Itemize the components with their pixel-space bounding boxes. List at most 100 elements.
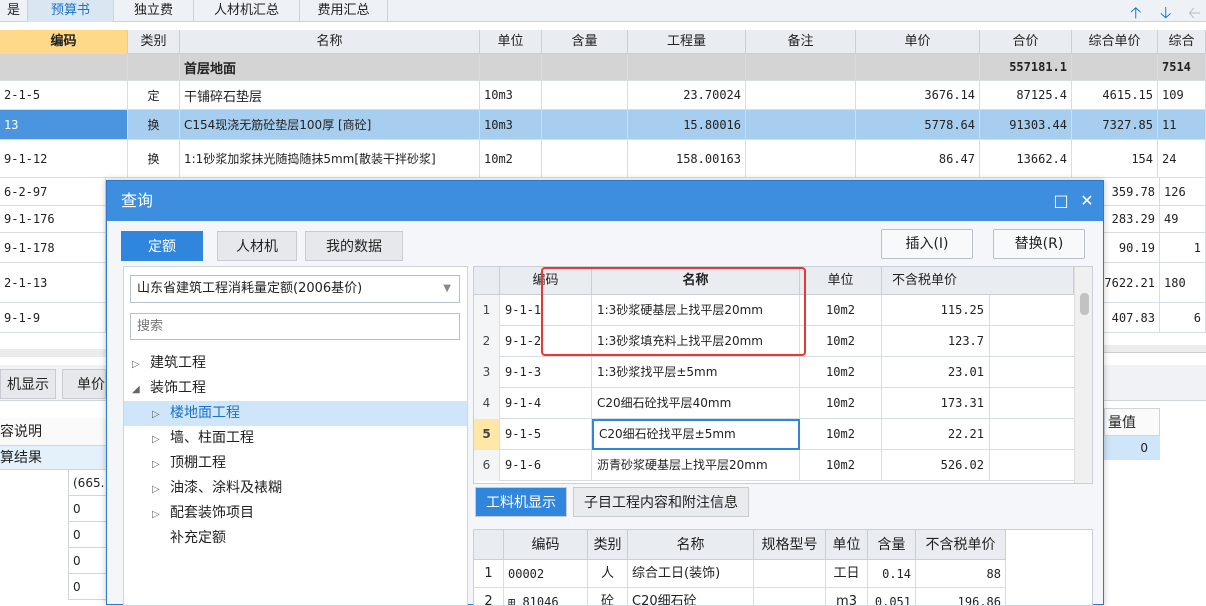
lower-panel-toolbar	[1104, 365, 1206, 401]
cell-qty: 158.00163	[628, 140, 746, 177]
col-unit[interactable]: 单位	[480, 30, 542, 54]
tab-budget[interactable]: 预算书	[28, 0, 114, 22]
col-price[interactable]: 不含税单价	[916, 530, 1006, 560]
tab-unit-price[interactable]: 单价	[62, 369, 106, 399]
down-arrow-icon[interactable]: 🡣	[1160, 2, 1172, 29]
insert-button[interactable]: 插入(I)	[881, 229, 973, 259]
expand-icon[interactable]: ▷	[152, 402, 170, 427]
horizontal-scrollbar[interactable]	[1104, 345, 1206, 353]
col-quantity[interactable]: 工程量	[628, 30, 746, 54]
tab-labor-material-summary[interactable]: 人材机汇总	[194, 0, 300, 22]
expand-plus-icon[interactable]: ⊞	[508, 595, 522, 605]
tab-material-display[interactable]: 工料机显示	[475, 487, 567, 517]
tree-item-accessory[interactable]: ▷ 配套装饰项目	[152, 501, 452, 526]
chevron-down-icon: ▼	[443, 283, 451, 294]
col-code[interactable]: 编码	[504, 530, 588, 560]
tab-sub-item-info[interactable]: 子目工程内容和附注信息	[573, 487, 749, 517]
expand-icon[interactable]: ▷	[152, 427, 170, 452]
expand-icon[interactable]: ▷	[132, 352, 150, 377]
tree-item-decoration[interactable]: ◢ 装饰工程	[132, 376, 452, 401]
table-row[interactable]: 6 9-1-6 沥青砂浆硬基层上找平层20mm 10m2 526.02	[474, 450, 1074, 481]
expand-icon[interactable]: ▷	[152, 502, 170, 527]
quota-library-select[interactable]: 山东省建筑工程消耗量定额(2006基价) ▼	[130, 275, 460, 303]
col-unit[interactable]: 单位	[826, 530, 868, 560]
search-input[interactable]: 搜索	[130, 313, 460, 340]
expand-icon[interactable]: ▷	[152, 477, 170, 502]
tree-item-building[interactable]: ▷ 建筑工程	[132, 351, 452, 376]
collapse-icon[interactable]: ◢	[132, 377, 150, 402]
left-arrow-icon[interactable]: 🡠	[1188, 2, 1201, 29]
cell-code[interactable]: 2-1-13	[0, 263, 106, 303]
col-unit-total[interactable]: 综合单价	[1072, 30, 1158, 54]
dialog-title-bar[interactable]: 查询	[107, 181, 1103, 221]
tree-item-label: 装饰工程	[150, 380, 206, 396]
tab-cost-summary[interactable]: 费用汇总	[300, 0, 388, 22]
col-price[interactable]: 不含税单价	[882, 267, 1074, 295]
maximize-icon[interactable]: □	[1049, 181, 1073, 221]
row-calc-result: 算结果	[0, 446, 106, 470]
vertical-scrollbar[interactable]	[1074, 267, 1092, 483]
table-row-selected[interactable]: 13 换 C154现浇无筋砼垫层100厚 [商砼] 10m3 15.80016 …	[0, 110, 1206, 140]
cell-code[interactable]: 13	[0, 110, 128, 139]
table-row[interactable]: 2-1-5 定 干铺碎石垫层 10m3 23.70024 3676.14 871…	[0, 81, 1206, 110]
cell-type: 定	[128, 81, 180, 109]
tab-machine-display[interactable]: 机显示	[0, 369, 56, 399]
col-content[interactable]: 含量	[868, 530, 916, 560]
cell-total: 557181.1	[980, 54, 1072, 80]
col-name[interactable]: 名称	[628, 530, 754, 560]
col-unit[interactable]: 单位	[800, 267, 882, 295]
tree-item-paint[interactable]: ▷ 油漆、涂料及裱糊	[152, 476, 452, 501]
col-row-number	[474, 530, 504, 560]
cell-extra: 49	[1160, 206, 1206, 233]
close-icon[interactable]: ✕	[1075, 181, 1099, 221]
cell-unit: 10m2	[800, 450, 882, 481]
table-row-group[interactable]: 首层地面 557181.1 7514	[0, 54, 1206, 81]
table-row-current[interactable]: 5 9-1-5 C20细石砼找平层±5mm 10m2 22.21	[474, 419, 1074, 450]
cell-name-focused[interactable]: C20细石砼找平层±5mm	[592, 419, 800, 450]
cell-extra: 1	[1160, 233, 1206, 263]
cell-name: 干铺碎石垫层	[180, 81, 480, 109]
col-price[interactable]: 单价	[856, 30, 980, 54]
tree-item-ceiling[interactable]: ▷ 顶棚工程	[152, 451, 452, 476]
tab-labor-material[interactable]: 人材机	[217, 231, 297, 261]
horizontal-scrollbar[interactable]	[0, 349, 106, 357]
cell-unit: 10m2	[800, 388, 882, 419]
col-extra[interactable]: 综合	[1158, 30, 1206, 54]
quantity-value-cell[interactable]: 0	[1104, 436, 1160, 460]
table-row[interactable]: 4 9-1-4 C20细石砼找平层40mm 10m2 173.31	[474, 388, 1074, 419]
cell-extra: 109	[1158, 81, 1206, 109]
expand-icon[interactable]: ▷	[152, 452, 170, 477]
row-number: 6	[474, 450, 500, 481]
col-total[interactable]: 合价	[980, 30, 1072, 54]
cell-price: 123.7	[882, 326, 990, 357]
tree-item-wall[interactable]: ▷ 墙、柱面工程	[152, 426, 452, 451]
cell-price: 86.47	[856, 140, 980, 177]
tab-quota[interactable]: 定额	[121, 231, 203, 261]
tree-item-supplement[interactable]: 补充定额	[170, 526, 450, 551]
cell-price: 22.21	[882, 419, 990, 450]
col-type[interactable]: 类别	[128, 30, 180, 54]
table-row[interactable]: 9-1-12 换 1:1砂浆加浆抹光随捣随抹5mm[散装干拌砂浆] 10m2 1…	[0, 140, 1206, 178]
scrollbar-thumb[interactable]	[1080, 293, 1089, 315]
cell-qty: 15.80016	[628, 110, 746, 139]
cell-code[interactable]: 9-1-9	[0, 303, 106, 333]
lower-tab-bar: 机显示 单价	[0, 365, 106, 401]
cell-code[interactable]: 6-2-97	[0, 178, 106, 206]
tab-first[interactable]: 是	[0, 0, 28, 22]
col-type[interactable]: 类别	[588, 530, 628, 560]
col-note[interactable]: 备注	[746, 30, 856, 54]
replace-button[interactable]: 替换(R)	[993, 229, 1085, 259]
tab-independent-fee[interactable]: 独立费	[114, 0, 194, 22]
cell-code[interactable]: 9-1-178	[0, 233, 106, 263]
tree-item-floor[interactable]: ▷ 楼地面工程	[124, 401, 467, 426]
table-row[interactable]: 3 9-1-3 1:3砂浆找平层±5mm 10m2 23.01	[474, 357, 1074, 388]
col-spec[interactable]: 规格型号	[754, 530, 826, 560]
cell-price: 3676.14	[856, 81, 980, 109]
cell-code[interactable]: 9-1-176	[0, 206, 106, 233]
col-content[interactable]: 含量	[542, 30, 628, 54]
cell-code	[0, 54, 128, 80]
col-code[interactable]: 编码	[0, 30, 128, 54]
up-arrow-icon[interactable]: 🡡	[1130, 2, 1142, 29]
col-name[interactable]: 名称	[180, 30, 480, 54]
tab-my-data[interactable]: 我的数据	[305, 231, 403, 261]
